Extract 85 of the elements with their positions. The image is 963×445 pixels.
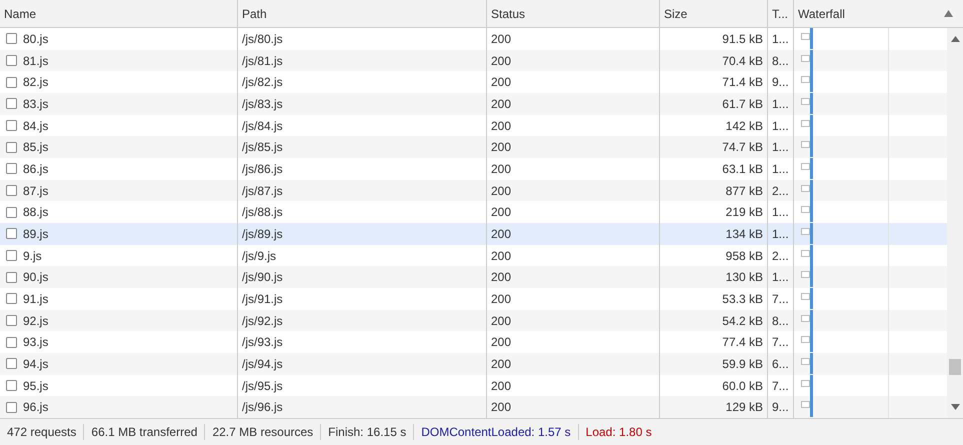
request-row[interactable]: 85.js /js/85.js 200 74.7 kB 1... — [0, 136, 947, 158]
column-title: Name — [4, 6, 36, 20]
request-row[interactable]: 84.js /js/84.js 200 142 kB 1... — [0, 114, 947, 136]
timing-bar — [801, 50, 815, 71]
column-title: Status — [491, 6, 526, 20]
request-row[interactable]: 9.js /js/9.js 200 958 kB 2... — [0, 244, 947, 266]
status-text: 472 requests — [6, 424, 78, 440]
status-text: 66.1 MB transferred — [83, 424, 204, 440]
column-header[interactable]: T... — [767, 0, 793, 27]
square-icon — [6, 142, 17, 153]
square-icon — [6, 55, 17, 66]
column-header[interactable]: Path — [237, 0, 486, 27]
file-name: 90.js — [23, 270, 48, 284]
scroll-up-icon[interactable] — [951, 36, 960, 42]
square-icon — [6, 402, 17, 413]
request-row[interactable]: 92.js /js/92.js 200 54.2 kB 8... — [0, 310, 947, 332]
timing-bar — [801, 244, 815, 266]
request-row[interactable]: 89.js /js/89.js 200 134 kB 1... — [0, 223, 947, 245]
square-icon — [6, 272, 17, 283]
file-name: 82.js — [23, 75, 48, 90]
square-icon — [6, 163, 17, 174]
file-name: 95.js — [23, 378, 48, 393]
file-name: 84.js — [23, 118, 48, 133]
file-name: 80.js — [23, 32, 48, 46]
timing-bar — [801, 266, 815, 288]
request-row[interactable]: 87.js /js/87.js 200 877 kB 2... — [0, 180, 947, 202]
square-icon — [6, 76, 17, 88]
column-header[interactable]: Size — [659, 0, 767, 27]
status-text: Finish: 16.15 s — [320, 424, 414, 440]
scrollbar[interactable] — [947, 28, 963, 418]
file-name: 85.js — [23, 140, 48, 154]
square-icon — [6, 293, 17, 304]
square-icon — [6, 358, 17, 370]
file-name: 86.js — [23, 162, 48, 176]
request-row[interactable]: 83.js /js/83.js 200 61.7 kB 1... — [0, 93, 947, 115]
square-icon — [6, 185, 17, 196]
column-title: Waterfall — [798, 6, 845, 20]
file-name: 87.js — [23, 184, 48, 198]
file-name: 92.js — [23, 314, 48, 328]
column-title: Path — [242, 6, 267, 20]
column-header[interactable]: Waterfall — [793, 0, 963, 27]
timing-bar — [801, 353, 815, 374]
column-title: T... — [772, 6, 788, 20]
scroll-down-icon[interactable] — [951, 404, 960, 410]
file-name: 93.js — [23, 335, 48, 350]
file-name: 94.js — [23, 356, 48, 371]
request-row[interactable]: 94.js /js/94.js 200 59.9 kB 6... — [0, 353, 947, 375]
timing-bar — [801, 136, 815, 158]
timing-bar — [801, 180, 815, 201]
column-header[interactable]: Status — [486, 0, 659, 27]
timing-bar — [801, 223, 815, 244]
square-icon — [6, 33, 17, 44]
square-icon — [6, 250, 17, 262]
square-icon — [6, 336, 17, 348]
square-icon — [6, 98, 17, 110]
timing-bar — [801, 310, 815, 331]
timing-bar — [801, 374, 815, 396]
timing-bar — [801, 201, 815, 222]
square-icon — [6, 315, 17, 326]
file-name: 91.js — [23, 292, 48, 306]
timing-bar — [801, 93, 815, 114]
file-name: 96.js — [23, 400, 48, 414]
file-name: 9.js — [23, 248, 42, 263]
file-name: 88.js — [23, 205, 48, 220]
timing-bar — [801, 158, 815, 180]
column-title: Size — [664, 6, 688, 20]
file-name: 83.js — [23, 96, 48, 111]
timing-bar — [801, 71, 815, 92]
request-row[interactable]: 96.js /js/96.js 200 129 kB 9... — [0, 396, 947, 418]
column-header[interactable]: Name — [0, 0, 237, 27]
file-name: 89.js — [23, 226, 48, 241]
timing-bar — [801, 114, 815, 136]
square-icon — [6, 206, 17, 218]
square-icon — [6, 228, 17, 240]
status-text: DOMContentLoaded: 1.57 s — [413, 424, 578, 440]
status-text: 22.7 MB resources — [204, 424, 320, 440]
scroll-thumb[interactable] — [949, 359, 961, 375]
timing-bar — [801, 288, 815, 310]
timing-bar — [801, 331, 815, 352]
status-text: Load: 1.80 s — [578, 424, 659, 440]
file-name: 81.js — [23, 54, 48, 68]
square-icon — [6, 120, 17, 132]
request-row[interactable]: 90.js /js/90.js 200 130 kB 1... — [0, 266, 947, 288]
square-icon — [6, 380, 17, 392]
request-row[interactable]: 81.js /js/81.js 200 70.4 kB 8... — [0, 50, 947, 72]
